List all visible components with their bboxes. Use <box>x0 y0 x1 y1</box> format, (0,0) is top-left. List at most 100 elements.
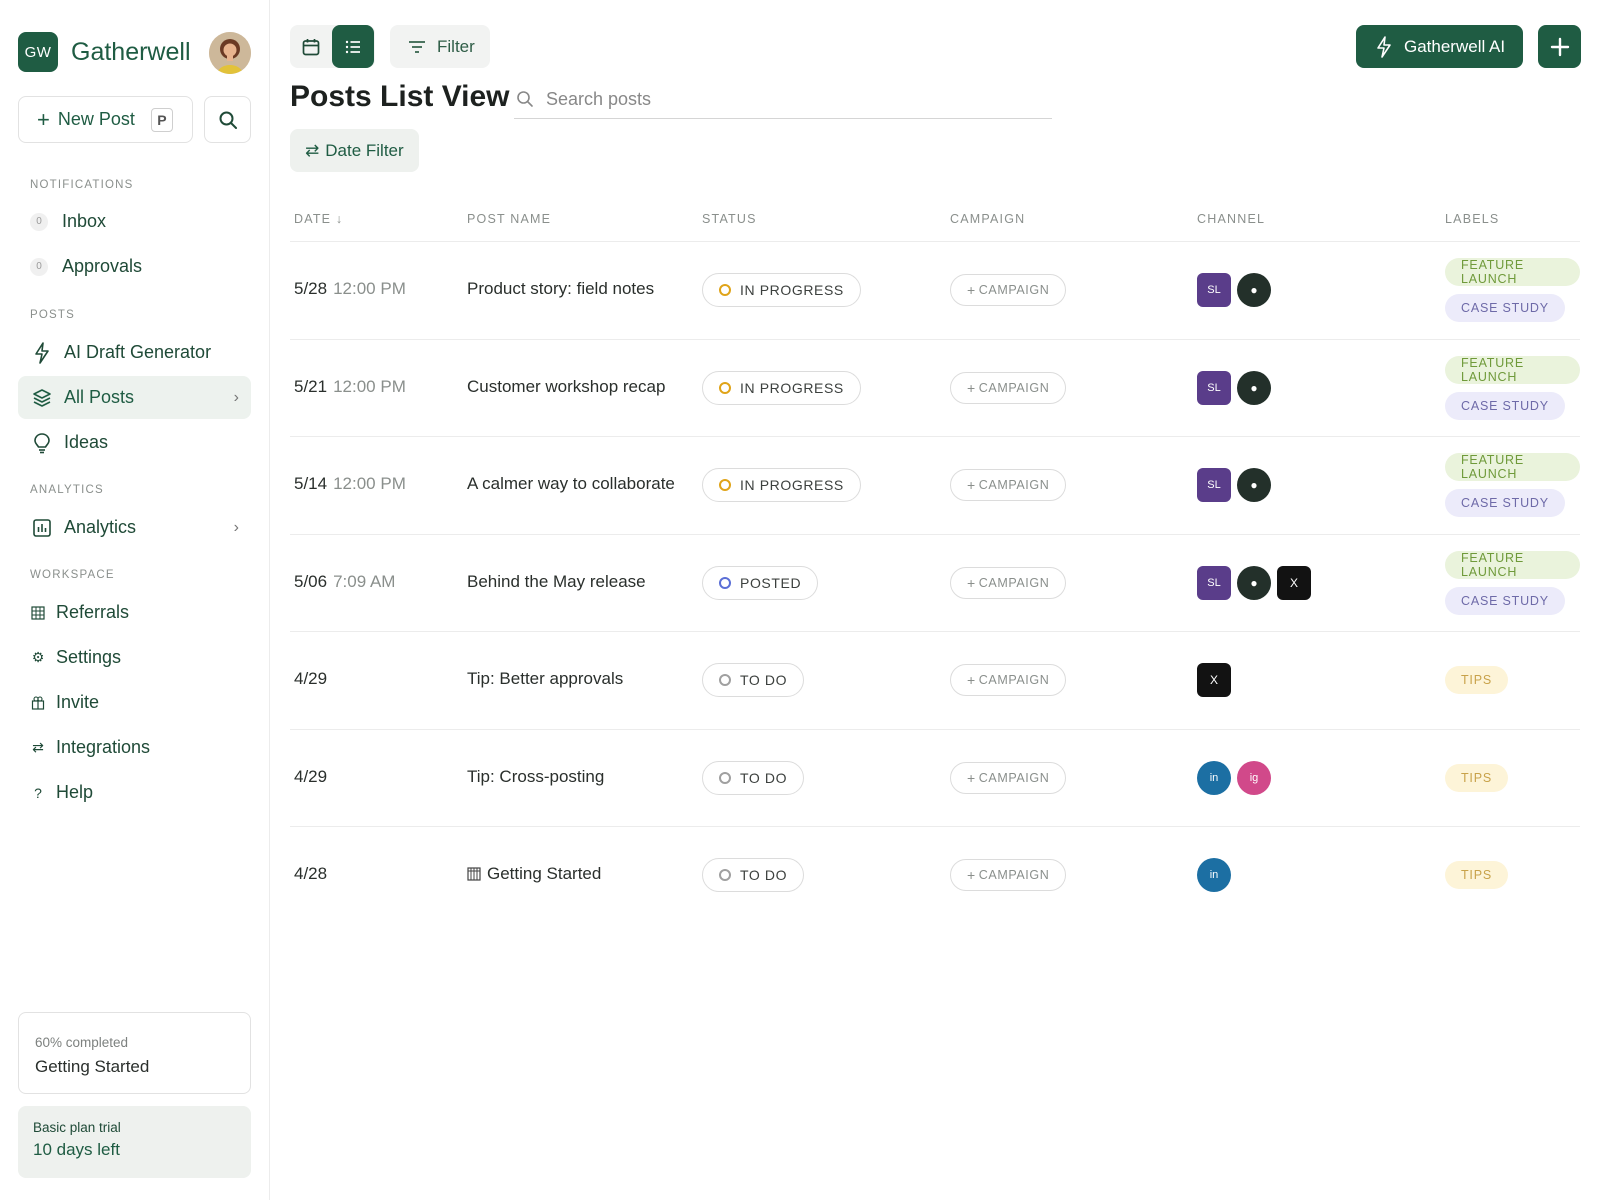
status-badge[interactable]: IN PROGRESS <box>702 468 861 502</box>
column-header-channel[interactable]: CHANNEL <box>1197 212 1265 226</box>
post-date: 5/21 12:00 PM <box>294 377 406 397</box>
add-campaign-button[interactable]: + CAMPAIGN <box>950 664 1067 696</box>
column-header-labels[interactable]: LABELS <box>1445 212 1499 226</box>
table-row[interactable]: 4/29 Tip: Better approvals TO DO + CAMPAIGN… <box>290 631 1580 728</box>
sidebar-item-analytics[interactable]: Analytics › <box>18 506 251 549</box>
post-name-cell[interactable]: A calmer way to collaborate <box>467 474 675 494</box>
x-channel-icon[interactable]: X <box>1277 565 1311 600</box>
linkedin-channel-icon[interactable]: in <box>1197 760 1231 795</box>
sidebar-item-all-posts[interactable]: All Posts › <box>18 376 251 419</box>
channel-abbrev: SL <box>1207 479 1221 491</box>
post-name-cell[interactable]: Behind the May release <box>467 572 646 592</box>
threads-channel-icon[interactable]: ● <box>1237 468 1271 502</box>
table-row[interactable]: 4/28 Getting Started TO DO + CAMPAIGN in TIPS <box>290 826 1580 923</box>
getting-started-progress-card[interactable]: 60% completed Getting Started <box>18 1012 251 1094</box>
sidebar-search-button[interactable] <box>204 96 251 143</box>
status-dot-icon <box>719 674 731 686</box>
gatherwell-ai-button[interactable]: Gatherwell AI <box>1356 25 1523 68</box>
label-list: TIPS <box>1445 861 1508 889</box>
sidebar-item-approvals[interactable]: 0 Approvals <box>18 245 251 288</box>
sidebar-item-referrals[interactable]: Referrals <box>18 591 251 634</box>
status-badge[interactable]: IN PROGRESS <box>702 273 861 307</box>
post-name-cell[interactable]: Tip: Cross-posting <box>467 767 604 787</box>
avatar[interactable] <box>209 32 251 74</box>
slack-channel-icon[interactable]: SL <box>1197 273 1231 307</box>
add-campaign-button[interactable]: + CAMPAIGN <box>950 371 1067 404</box>
add-button[interactable] <box>1538 25 1581 68</box>
sidebar-item-integrations[interactable]: ⇄ Integrations <box>18 726 251 769</box>
threads-channel-icon[interactable]: ● <box>1237 273 1271 307</box>
table-row[interactable]: 4/29 Tip: Cross-posting TO DO + CAMPAIGN in i… <box>290 728 1580 826</box>
label-list: FEATURE LAUNCH CASE STUDY <box>1445 550 1580 615</box>
plus-icon: + <box>967 574 976 591</box>
sidebar-item-invite[interactable]: Invite <box>18 681 251 724</box>
status-dot-icon <box>719 869 731 881</box>
threads-channel-icon[interactable]: ● <box>1237 565 1271 600</box>
view-toggle <box>290 25 375 68</box>
status-badge[interactable]: TO DO <box>702 663 805 697</box>
label-chip[interactable]: CASE STUDY <box>1445 489 1565 517</box>
sidebar-item-ai-draft[interactable]: AI Draft Generator <box>18 331 251 374</box>
add-campaign-button[interactable]: + CAMPAIGN <box>950 859 1067 891</box>
status-badge[interactable]: IN PROGRESS <box>702 370 861 405</box>
label-chip[interactable]: FEATURE LAUNCH <box>1445 453 1580 481</box>
label-chip[interactable]: TIPS <box>1445 763 1508 792</box>
label-chip[interactable]: CASE STUDY <box>1445 294 1565 322</box>
slack-channel-icon[interactable]: SL <box>1197 468 1231 502</box>
status-dot-icon <box>719 771 731 784</box>
post-name-cell[interactable]: Product story: field notes <box>467 279 654 299</box>
table-row[interactable]: 5/21 12:00 PM Customer workshop recap IN PR… <box>290 338 1580 436</box>
table-row[interactable]: 5/14 12:00 PM A calmer way to collaborate I… <box>290 436 1580 533</box>
post-name-cell[interactable]: Getting Started <box>467 864 601 884</box>
post-name-cell[interactable]: Tip: Better approvals <box>467 669 623 689</box>
post-name-cell[interactable]: Customer workshop recap <box>467 377 665 397</box>
calendar-view-button[interactable] <box>290 25 332 68</box>
add-campaign-button[interactable]: + CAMPAIGN <box>950 761 1067 794</box>
sidebar-item-inbox[interactable]: 0 Inbox <box>18 200 251 243</box>
progress-percent: 60% completed <box>35 1035 129 1050</box>
status-badge[interactable]: TO DO <box>702 760 805 795</box>
x-channel-icon[interactable]: X <box>1197 663 1231 697</box>
label-chip[interactable]: FEATURE LAUNCH <box>1445 258 1580 286</box>
search-bar <box>514 80 1052 119</box>
sidebar-item-help[interactable]: ? Help <box>18 771 251 814</box>
brand[interactable]: GW Gatherwell <box>18 32 191 72</box>
column-header-campaign[interactable]: CAMPAIGN <box>950 212 1025 226</box>
slack-channel-icon[interactable]: SL <box>1197 370 1231 405</box>
table-row[interactable]: 5/28 12:00 PM Product story: field notes IN… <box>290 241 1580 338</box>
filter-button[interactable]: Filter <box>390 25 490 68</box>
sidebar-item-label: Inbox <box>62 211 107 231</box>
slack-channel-icon[interactable]: SL <box>1197 565 1231 600</box>
add-campaign-button[interactable]: + CAMPAIGN <box>950 566 1067 599</box>
add-campaign-button[interactable]: + CAMPAIGN <box>950 469 1067 501</box>
column-header-post-name[interactable]: POST NAME <box>467 212 551 226</box>
new-post-button[interactable]: + New Post P <box>18 96 193 143</box>
date-filter-label: Date Filter <box>325 140 404 160</box>
trial-card[interactable]: Basic plan trial 10 days left <box>18 1106 251 1178</box>
list-icon <box>345 40 360 53</box>
label-chip[interactable]: FEATURE LAUNCH <box>1445 355 1580 384</box>
sort-down-icon: ↓ <box>335 212 344 226</box>
label-chip[interactable]: CASE STUDY <box>1445 391 1565 420</box>
table-row[interactable]: 5/06 7:09 AM Behind the May release POSTED +… <box>290 533 1580 631</box>
list-view-button[interactable] <box>332 25 374 68</box>
status-badge[interactable]: POSTED <box>702 565 819 600</box>
label-chip[interactable]: FEATURE LAUNCH <box>1445 550 1580 579</box>
sidebar-item-settings[interactable]: ⚙ Settings <box>18 636 251 679</box>
linkedin-channel-icon[interactable]: in <box>1197 858 1231 892</box>
threads-channel-icon[interactable]: ● <box>1237 370 1271 405</box>
status-badge[interactable]: TO DO <box>702 858 805 892</box>
instagram-channel-icon[interactable]: ig <box>1237 760 1271 795</box>
column-header-status[interactable]: STATUS <box>702 212 757 226</box>
add-campaign-button[interactable]: + CAMPAIGN <box>950 274 1067 306</box>
avatar-photo-icon <box>209 32 251 74</box>
label-chip[interactable]: TIPS <box>1445 861 1508 889</box>
search-posts-input[interactable] <box>546 88 1026 110</box>
swap-arrows-icon: ⇄ <box>32 739 44 755</box>
sidebar-item-ideas[interactable]: Ideas <box>18 421 251 464</box>
column-header-date[interactable]: DATE ↓ <box>294 212 343 226</box>
channel-list: in ig <box>1197 760 1277 795</box>
label-chip[interactable]: TIPS <box>1445 666 1508 694</box>
label-chip[interactable]: CASE STUDY <box>1445 586 1565 615</box>
date-filter-button[interactable]: ⇄ Date Filter <box>290 129 419 172</box>
